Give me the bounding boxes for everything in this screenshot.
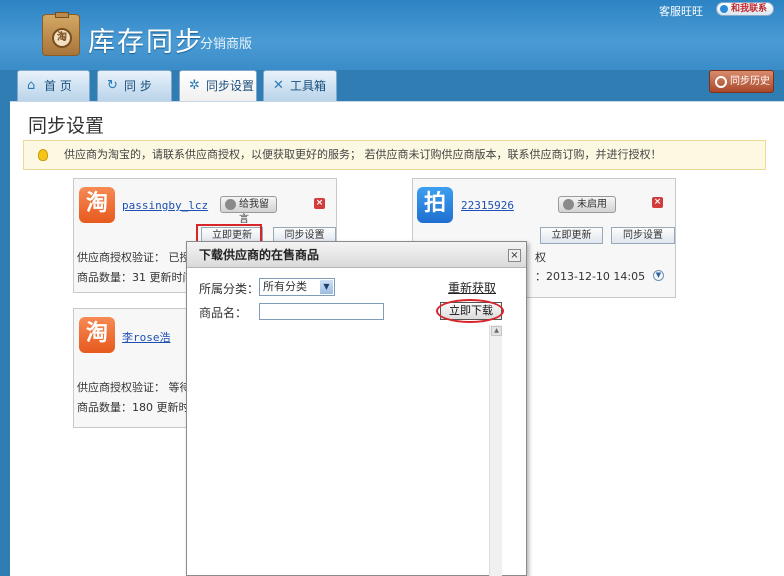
supplier-name-link[interactable]: 22315926: [461, 199, 514, 212]
tools-icon: ✕: [273, 78, 284, 93]
results-scrollbar[interactable]: ▲: [489, 325, 502, 576]
tab-home-label: 首 页: [44, 79, 72, 93]
refresh-icon: ↻: [107, 78, 118, 93]
product-name-input[interactable]: [259, 303, 384, 320]
refresh-link[interactable]: 重新获取: [448, 279, 496, 296]
wangwang-icon: [720, 5, 728, 13]
clock-icon: [715, 76, 727, 88]
paipai-icon: 拍: [417, 187, 453, 223]
leave-message-button[interactable]: 给我留言: [220, 196, 277, 225]
product-count: 商品数量：31 更新时间: [77, 271, 194, 284]
highlight-ellipse: [436, 299, 504, 323]
user-icon: [563, 199, 574, 210]
tab-home[interactable]: ⌂ 首 页: [17, 70, 90, 101]
sync-history-label: 同步历史: [730, 76, 770, 87]
auth-status: 供应商授权验证： 等待: [77, 381, 191, 394]
supplier-card-3: 淘 李rose浩 供应商授权验证： 等待 商品数量：180 更新时间: [73, 308, 201, 428]
taobao-icon: 淘: [79, 187, 115, 223]
lightbulb-icon: [38, 149, 48, 161]
sync-history-button[interactable]: 同步历史: [709, 70, 774, 93]
remove-supplier-icon[interactable]: ×: [314, 198, 325, 209]
tab-sync[interactable]: ↻ 同 步: [97, 70, 172, 101]
supplier-name-link[interactable]: passingby_lcz: [122, 199, 208, 212]
auth-status: 权: [535, 251, 546, 264]
app-logo: 淘: [42, 12, 80, 56]
notice-text: 供应商为淘宝的，请联系供应商授权，以便获取更好的服务； 若供应商未订购供应商版本…: [64, 148, 662, 161]
scroll-up-icon[interactable]: ▲: [491, 326, 502, 336]
leave-message-label: 给我留言: [239, 199, 269, 225]
disabled-status-button[interactable]: 未启用: [558, 196, 616, 213]
category-value: 所有分类: [263, 280, 307, 293]
gear-icon: ✲: [189, 78, 200, 93]
logo-glyph: 淘: [52, 28, 72, 48]
download-products-dialog: 下载供应商的在售商品 × 所属分类： 所有分类 ▼ 重新获取 商品名： 立即下载…: [186, 241, 527, 576]
supplier-name-link[interactable]: 李rose浩: [122, 329, 171, 345]
product-count: 商品数量：180 更新时间: [77, 401, 201, 414]
service-label: 客服旺旺: [659, 5, 703, 18]
app-title: 库存同步: [88, 27, 204, 58]
tab-toolbox[interactable]: ✕ 工具箱: [263, 70, 337, 101]
expand-icon[interactable]: ▼: [653, 270, 664, 281]
category-select[interactable]: 所有分类 ▼: [259, 278, 335, 296]
tab-toolbox-label: 工具箱: [290, 79, 327, 93]
app-header: 淘 库存同步 分销商版 客服旺旺 和我联系: [0, 0, 784, 70]
app-subtitle: 分销商版: [200, 37, 253, 52]
message-icon: [225, 199, 236, 210]
close-icon[interactable]: ×: [508, 249, 521, 262]
chevron-down-icon: ▼: [320, 280, 333, 294]
auth-status: 供应商授权验证： 已授: [77, 251, 191, 264]
tab-sync-label: 同 步: [124, 79, 152, 93]
tab-sync-settings[interactable]: ✲ 同步设置: [179, 70, 257, 101]
disabled-status-label: 未启用: [577, 199, 607, 210]
contact-label: 和我联系: [731, 4, 768, 14]
home-icon: ⌂: [27, 78, 36, 93]
page-title: 同步设置: [28, 115, 105, 137]
tab-sync-settings-label: 同步设置: [206, 79, 255, 93]
update-time: ：2013-12-10 14:05: [535, 270, 646, 283]
taobao-icon: 淘: [79, 317, 115, 353]
update-now-button[interactable]: 立即更新: [540, 227, 603, 244]
dialog-title: 下载供应商的在售商品: [187, 242, 526, 268]
contact-button[interactable]: 和我联系: [716, 2, 774, 16]
notice-bar: 供应商为淘宝的，请联系供应商授权，以便获取更好的服务； 若供应商未订购供应商版本…: [23, 140, 766, 170]
sync-settings-button[interactable]: 同步设置: [611, 227, 675, 244]
product-name-label: 商品名：: [199, 306, 248, 320]
remove-supplier-icon[interactable]: ×: [652, 197, 663, 208]
category-label: 所属分类：: [199, 282, 260, 296]
